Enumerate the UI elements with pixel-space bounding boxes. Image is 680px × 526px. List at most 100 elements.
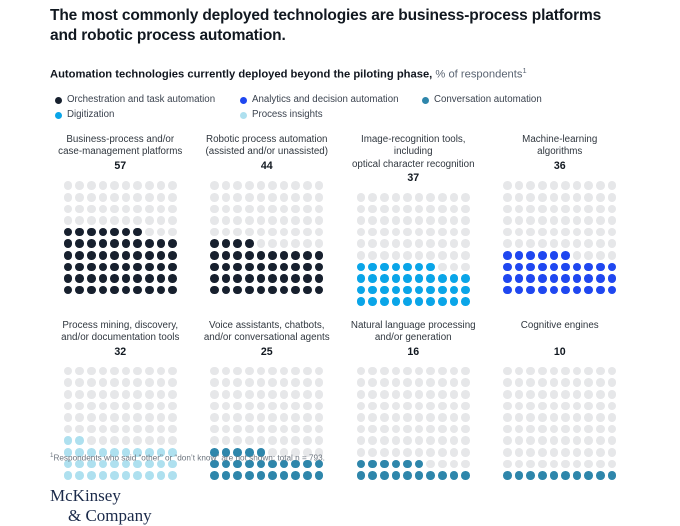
dot-icon [426,366,435,376]
dot-cell [525,215,537,227]
dot-cell [425,458,437,470]
dot-icon [210,366,219,376]
legend-swatch-icon [240,96,247,104]
dot-cell [74,412,86,424]
dot-cell [232,249,244,261]
dot-icon [279,181,289,190]
dot-icon [86,262,96,272]
dot-icon [607,447,617,457]
dot-icon [379,424,389,434]
dot-cell [571,388,583,400]
dot-cell [425,238,437,250]
dot-icon [279,204,289,214]
dot-icon [256,436,266,445]
dot-cell [302,261,314,273]
dot-icon [437,216,447,225]
dot-icon [379,366,389,376]
dot-icon [596,413,605,422]
dot-cell [85,180,97,192]
legend-item[interactable]: Conversation automation [422,95,542,105]
dot-icon [133,366,142,376]
dot-cell [143,284,155,296]
dot-cell [209,215,221,227]
dot-icon [437,389,447,399]
dot-icon [245,389,254,399]
dot-cell [606,284,618,296]
dot-cell [537,388,549,400]
dot-cell [413,215,425,227]
dot-icon [368,204,377,214]
panel-title-line-2: (assisted and/or unassisted) [205,146,329,158]
dot-cell [537,238,549,250]
dot-icon [526,274,536,283]
dot-cell [460,365,472,377]
dot-cell [290,400,302,412]
dot-icon [538,459,547,469]
dot-icon [437,471,447,480]
dot-icon [144,193,154,202]
dot-icon [98,401,108,411]
dot-cell [525,435,537,447]
dot-icon [133,239,142,248]
dot-cell [425,284,437,296]
dot-icon [503,193,512,202]
dot-cell [302,400,314,412]
dot-cell [143,192,155,204]
dot-icon [572,459,582,469]
dot-cell [571,273,583,285]
dot-icon [584,389,594,399]
dot-cell [255,238,267,250]
dot-icon [449,389,459,399]
dot-cell [502,261,514,273]
dot-icon [291,413,301,422]
legend-item-label: Process insights [252,109,323,121]
dot-icon [549,227,559,237]
dot-cell [302,377,314,389]
dot-cell [606,215,618,227]
dot-cell [548,284,560,296]
legend-item[interactable]: Analytics and decision automation [240,95,398,105]
dot-cell [132,203,144,215]
dot-cell [525,470,537,482]
dot-cell [583,423,595,435]
dot-icon [144,262,154,272]
dot-cell [595,226,607,238]
legend-item[interactable]: Orchestration and task automation [55,95,215,105]
dot-icon [356,285,366,295]
dot-icon [210,250,219,260]
dot-cell [155,249,167,261]
dot-cell [513,377,525,389]
dot-cell [606,435,618,447]
dot-icon [514,389,524,399]
dot-cell [560,238,572,250]
dot-icon [245,471,254,480]
dot-cell [378,238,390,250]
dot-icon [514,216,524,225]
dot-icon [596,204,605,214]
dot-cell [560,284,572,296]
dot-icon [461,471,470,480]
dot-icon [144,436,154,445]
dot-cell [290,388,302,400]
dot-icon [584,216,594,225]
dot-icon [596,378,605,387]
dot-cell [278,203,290,215]
dot-icon [356,447,366,457]
dot-icon [110,366,119,376]
dot-icon [561,239,570,248]
dot-cell [502,180,514,192]
dot-icon [549,366,559,376]
dot-cell [513,423,525,435]
dot-icon [121,471,131,480]
dot-icon [110,274,119,283]
dot-cell [583,400,595,412]
dot-cell [255,377,267,389]
legend-item[interactable]: Process insights [240,110,323,120]
dot-icon [356,389,366,399]
dot-cell [460,388,472,400]
dot-cell [513,249,525,261]
legend-item[interactable]: Digitization [55,110,114,120]
dot-icon [426,227,435,237]
dot-icon [245,193,254,202]
dot-cell [448,215,460,227]
